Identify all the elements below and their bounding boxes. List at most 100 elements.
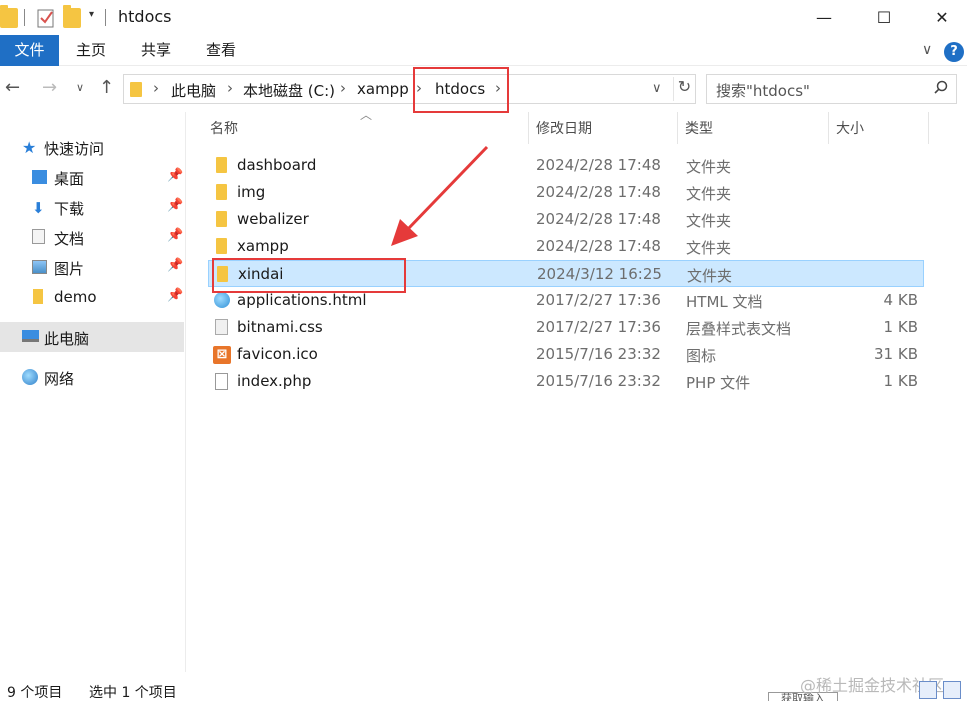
file-type: PHP 文件	[686, 374, 751, 392]
table-row[interactable]: bitnami.css 2017/2/27 17:36 层叠样式表文档 1 KB	[208, 314, 924, 341]
pin-icon[interactable]: 📌	[167, 198, 183, 213]
file-type: 层叠样式表文档	[686, 320, 792, 338]
sidebar-item-label: 快速访问	[44, 140, 105, 158]
table-row[interactable]: dashboard 2024/2/28 17:48 文件夹	[208, 152, 924, 179]
item-count: 9 个项目	[7, 685, 63, 701]
sidebar-item-label: 桌面	[54, 170, 85, 188]
pictures-icon	[32, 260, 47, 274]
pin-icon[interactable]: 📌	[167, 168, 183, 183]
close-button[interactable]: ✕	[913, 0, 967, 35]
modified-date: 2017/2/27 17:36	[536, 291, 661, 309]
modified-date: 2015/7/16 23:32	[536, 345, 661, 363]
column-header-name[interactable]: 名称	[210, 118, 238, 138]
modified-date: 2024/2/28 17:48	[536, 237, 661, 255]
document-icon	[32, 229, 45, 244]
pin-icon[interactable]: 📌	[167, 258, 183, 273]
sidebar-item-network[interactable]: 网络	[0, 362, 184, 392]
new-folder-icon[interactable]	[63, 5, 81, 28]
maximize-button[interactable]: ☐	[855, 0, 913, 35]
star-icon: ★	[22, 138, 37, 157]
table-row[interactable]: ⊠ favicon.ico 2015/7/16 23:32 图标 31 KB	[208, 341, 924, 368]
file-size: 1 KB	[883, 372, 918, 390]
sidebar-item-downloads[interactable]: ⬇ 下载 📌	[0, 192, 184, 222]
chevron-right-icon[interactable]: ›	[340, 79, 346, 97]
chevron-right-icon[interactable]: ›	[153, 79, 159, 97]
sidebar-item-demo[interactable]: demo 📌	[0, 282, 184, 312]
column-header-type[interactable]: 类型	[685, 118, 713, 138]
modified-date: 2024/3/12 16:25	[537, 265, 662, 283]
sort-ascending-icon: ︿	[360, 108, 373, 122]
column-header-date[interactable]: 修改日期	[536, 118, 592, 138]
modified-date: 2024/2/28 17:48	[536, 183, 661, 201]
search-box[interactable]: 搜索"htdocs"	[706, 74, 957, 104]
breadcrumb-local-disk[interactable]: 本地磁盘 (C:)	[243, 80, 335, 101]
modified-date: 2024/2/28 17:48	[536, 210, 661, 228]
file-type: 文件夹	[686, 212, 732, 230]
toolbar-divider	[105, 9, 106, 26]
properties-icon[interactable]	[36, 7, 56, 29]
column-divider[interactable]	[828, 112, 829, 144]
file-name: index.php	[237, 372, 312, 390]
annotation-box-xindai	[212, 258, 406, 293]
folder-icon	[216, 184, 227, 200]
css-file-icon	[215, 319, 228, 335]
selection-count: 选中 1 个项目	[89, 685, 177, 701]
sidebar-item-desktop[interactable]: 桌面 📌	[0, 162, 184, 192]
folder-icon	[130, 82, 142, 97]
sidebar-item-label: 文档	[54, 230, 85, 248]
sidebar-item-documents[interactable]: 文档 📌	[0, 222, 184, 252]
back-arrow-icon[interactable]: ←	[5, 77, 20, 98]
php-file-icon	[215, 373, 228, 390]
tab-view[interactable]: 查看	[196, 35, 246, 66]
file-name: bitnami.css	[237, 318, 323, 336]
folder-icon	[216, 238, 227, 254]
table-row[interactable]: img 2024/2/28 17:48 文件夹	[208, 179, 924, 206]
column-divider[interactable]	[928, 112, 929, 144]
details-view-icon[interactable]	[919, 681, 937, 699]
file-name: img	[237, 183, 266, 201]
file-name: favicon.ico	[237, 345, 318, 363]
file-size: 31 KB	[874, 345, 918, 363]
help-icon[interactable]: ?	[944, 42, 964, 62]
recent-locations-icon[interactable]: ∨	[76, 81, 84, 94]
pin-icon[interactable]: 📌	[167, 288, 183, 303]
table-row[interactable]: xampp 2024/2/28 17:48 文件夹	[208, 233, 924, 260]
column-divider[interactable]	[677, 112, 678, 144]
refresh-icon[interactable]: ↻	[673, 77, 695, 101]
window-title: htdocs	[118, 7, 172, 26]
tab-home[interactable]: 主页	[66, 35, 116, 66]
folder-icon	[216, 157, 227, 173]
large-icons-view-icon[interactable]	[943, 681, 961, 699]
title-bar: ▾ htdocs — ☐ ✕	[0, 0, 967, 35]
sidebar-item-quick-access[interactable]: ★ 快速访问	[0, 132, 184, 162]
file-type: 文件夹	[686, 158, 732, 176]
tab-share[interactable]: 共享	[131, 35, 181, 66]
up-arrow-icon[interactable]: ↑	[99, 77, 114, 98]
file-size: 1 KB	[883, 318, 918, 336]
network-icon	[22, 369, 38, 385]
computer-icon	[22, 330, 39, 342]
sidebar-item-pictures[interactable]: 图片 📌	[0, 252, 184, 282]
file-type: HTML 文档	[686, 293, 763, 311]
search-icon[interactable]	[934, 80, 948, 98]
chevron-right-icon[interactable]: ›	[227, 79, 233, 97]
column-divider[interactable]	[528, 112, 529, 144]
tab-file[interactable]: 文件	[0, 35, 59, 66]
breadcrumb-this-pc[interactable]: 此电脑	[171, 80, 216, 101]
table-row[interactable]: index.php 2015/7/16 23:32 PHP 文件 1 KB	[208, 368, 924, 395]
file-type: 文件夹	[687, 267, 733, 285]
file-name: xampp	[237, 237, 289, 255]
forward-arrow-icon[interactable]: →	[42, 77, 57, 98]
expand-ribbon-icon[interactable]: ∨	[922, 42, 932, 58]
address-history-icon[interactable]: ∨	[652, 81, 662, 96]
pin-icon[interactable]: 📌	[167, 228, 183, 243]
html-file-icon	[214, 292, 230, 308]
search-input[interactable]: 搜索"htdocs"	[716, 80, 810, 101]
column-header-size[interactable]: 大小	[836, 118, 864, 138]
minimize-button[interactable]: —	[795, 0, 853, 35]
breadcrumb-xampp[interactable]: xampp	[357, 80, 409, 98]
sidebar-item-this-pc[interactable]: 此电脑	[0, 322, 184, 352]
address-bar[interactable]: › 此电脑 › 本地磁盘 (C:) › xampp › htdocs › ∨ ↻	[123, 74, 696, 104]
table-row[interactable]: webalizer 2024/2/28 17:48 文件夹	[208, 206, 924, 233]
customize-toolbar-icon[interactable]: ▾	[89, 9, 94, 31]
